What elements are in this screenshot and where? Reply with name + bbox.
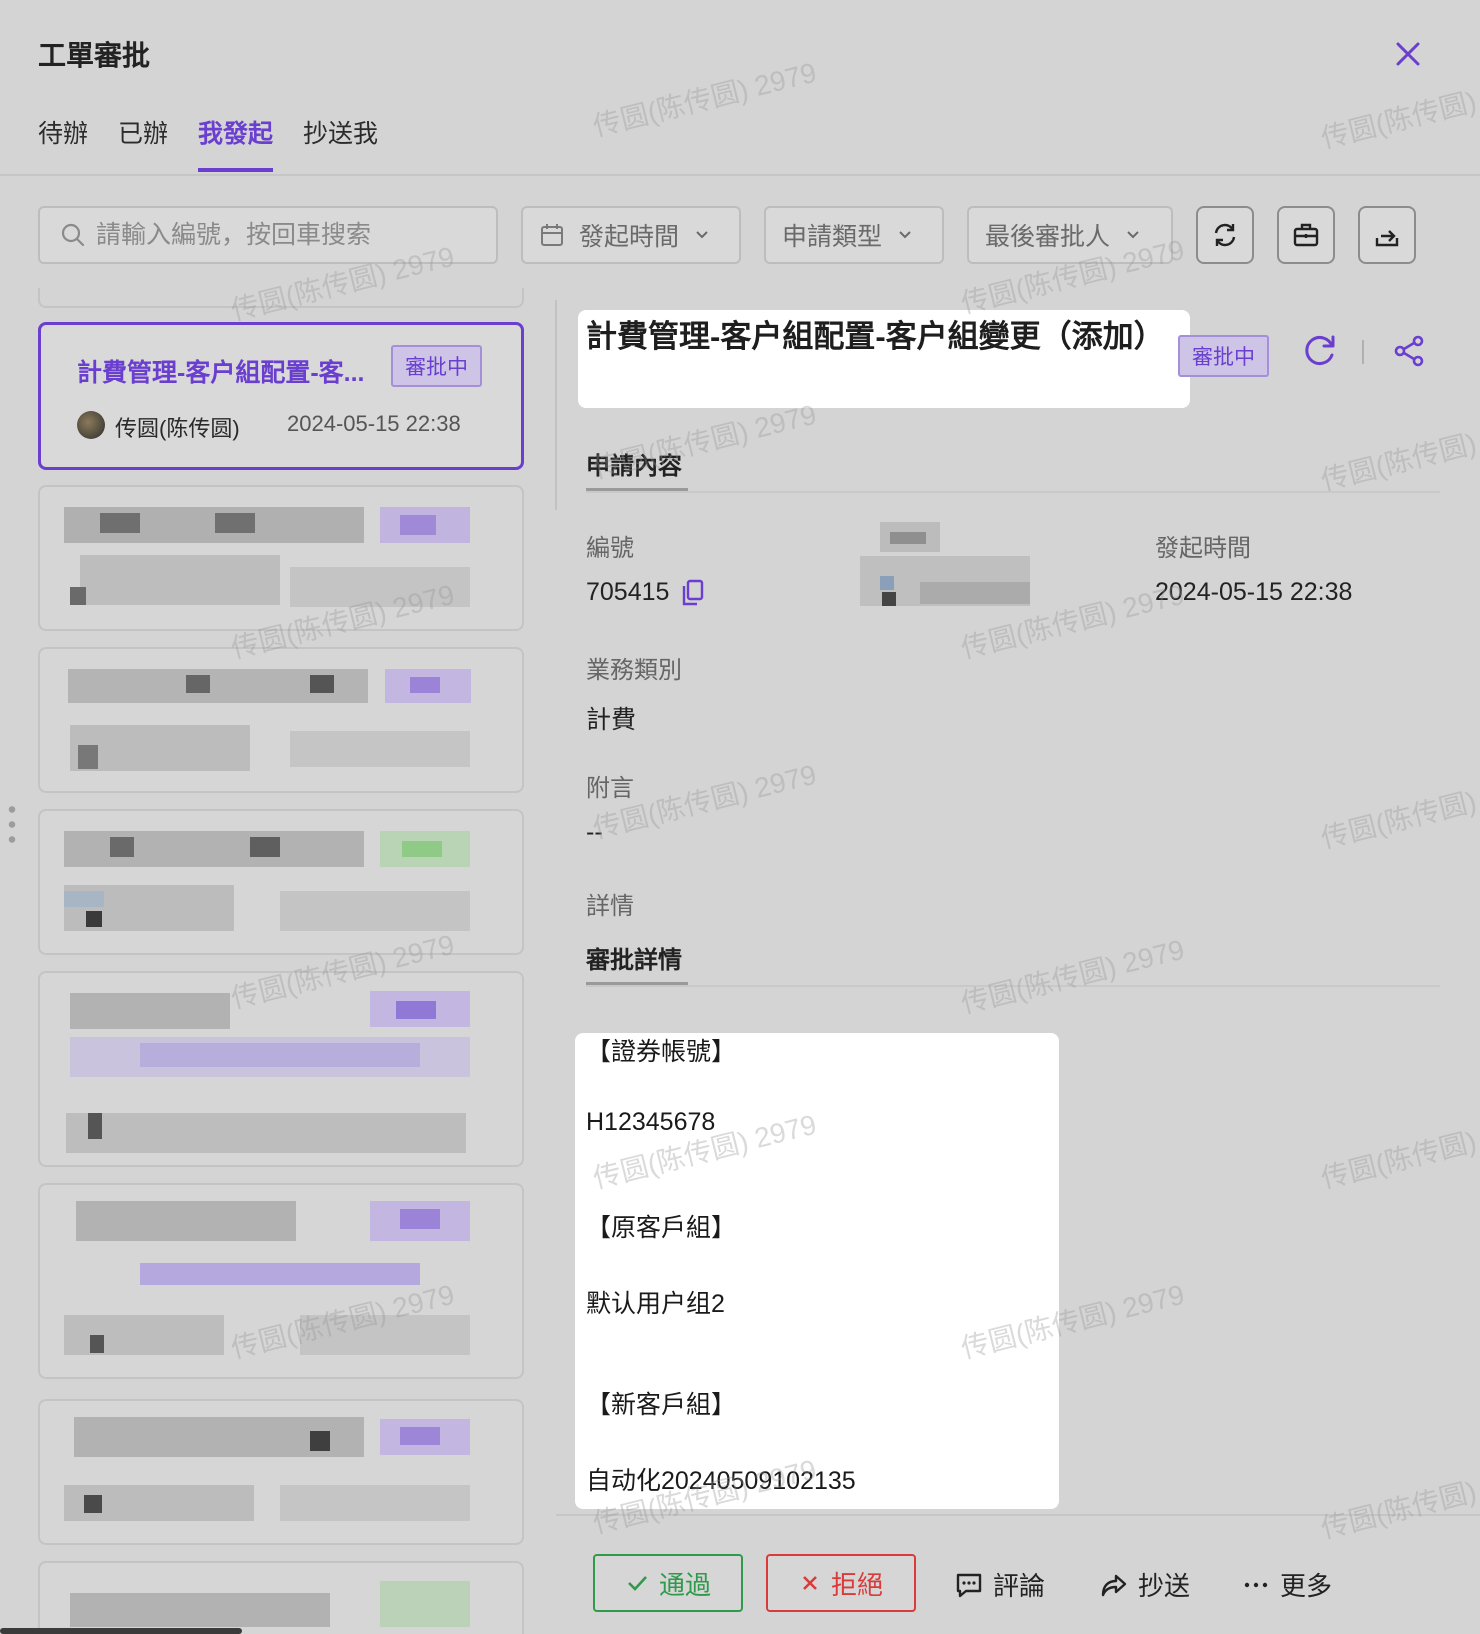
calendar-icon [541,224,563,246]
comment-button[interactable]: 評論 [955,1566,1045,1603]
close-icon [803,1576,817,1590]
new-group-value: 自动化20240509102135 [586,1467,856,1495]
more-label: 更多 [1280,1571,1333,1601]
list-item-selected[interactable]: 計費管理-客户組配置-客... 審批中 传圆(陈传圆) 2024-05-15 2… [38,322,524,470]
check-icon [628,1576,647,1591]
cc-button[interactable]: 抄送 [1100,1566,1190,1603]
account-label: 【證券帳號】 [586,1038,737,1066]
chevron-down-icon [696,231,708,239]
watermark: 传圆(陈传圆) 2979 [958,933,1188,1020]
detail-label: 詳情 [586,893,634,920]
list-item-user: 传圆(陈传圆) [115,416,240,441]
refresh-icon[interactable] [1302,332,1338,368]
detail-title: 計費管理-客户組配置-客户組變更（添加） [586,319,1165,354]
approve-button[interactable]: 通過 [593,1554,743,1612]
section-approval-heading: 審批詳情 [586,947,682,974]
watermark: 传圆(陈传圆) 2979 [1318,1109,1480,1195]
approve-label: 通過 [658,1569,711,1600]
start-time-label: 發起時間 [1155,535,1251,562]
watermark: 传圆(陈传圆) 2979 [1318,69,1480,155]
horizontal-scrollbar[interactable] [0,1628,242,1634]
tab-initiated[interactable]: 我發起 [198,114,274,172]
apply-type-filter-label: 申請類型 [782,223,883,251]
blurred-field [860,520,1030,612]
chevron-down-icon [899,231,911,239]
panel-divider [555,300,557,510]
cc-label: 抄送 [1138,1571,1191,1601]
forward-icon [1101,1574,1127,1596]
more-button[interactable]: 更多 [1242,1566,1332,1603]
remark-value: -- [586,818,603,846]
search-box [38,206,498,264]
briefcase-icon [1293,223,1319,247]
apply-type-filter[interactable]: 申請類型 [764,206,944,264]
number-value: 705415 [586,578,670,606]
footer-divider [556,1514,1480,1516]
watermark: 传圆(陈传圆) 2979 [1318,769,1480,855]
list-item-blurred[interactable] [38,1183,524,1379]
last-approver-filter[interactable]: 最後審批人 [967,206,1173,264]
list-item-time: 2024-05-15 22:38 [287,411,461,436]
list-item[interactable] [38,288,524,308]
watermark: 传圆(陈传圆) 2979 [1318,1459,1480,1545]
last-approver-filter-label: 最後審批人 [985,223,1111,251]
biz-type-label: 業務類別 [586,657,682,684]
more-dots-icon [1244,1582,1268,1587]
watermark: 传圆(陈传圆) 2979 [590,56,820,143]
account-value: H12345678 [586,1108,716,1136]
old-group-value: 默认用户组2 [586,1290,725,1318]
detail-status-badge: 審批中 [1178,335,1269,377]
tab-done[interactable]: 已辦 [118,114,168,172]
share-icon[interactable] [1392,334,1426,368]
list-item-blurred[interactable] [38,1399,524,1545]
list-item-blurred[interactable] [38,971,524,1167]
close-icon[interactable] [1390,36,1426,72]
old-group-label: 【原客戶組】 [586,1214,737,1242]
number-field: 705415 [586,578,705,607]
list-item-blurred[interactable] [38,485,524,631]
export-button[interactable] [1358,206,1416,264]
watermark: 传圆(陈传圆) 2979 [1318,411,1480,497]
section-divider [586,491,1440,493]
search-icon [61,223,85,247]
toolbox-button[interactable] [1277,206,1335,264]
export-icon [1375,230,1399,247]
copy-icon[interactable] [681,579,705,607]
avatar [77,411,105,439]
chevron-down-icon [1127,231,1139,239]
list-item-blurred[interactable] [38,1561,524,1634]
start-time-filter[interactable]: 發起時間 [521,206,741,264]
remark-label: 附言 [586,775,634,802]
search-input[interactable] [96,220,476,250]
list-item-blurred[interactable] [38,647,524,793]
sync-icon [1214,223,1236,247]
list-item-title: 計費管理-客户組配置-客... [77,359,365,387]
status-badge: 審批中 [391,345,482,387]
section-divider [586,985,1440,987]
refresh-list-button[interactable] [1196,206,1254,264]
comment-icon [956,1573,982,1597]
dialog-title: 工單審批 [38,40,151,71]
start-time-value: 2024-05-15 22:38 [1155,578,1353,606]
reject-label: 拒絕 [830,1569,883,1600]
tab-todo[interactable]: 待辦 [38,114,88,172]
section-content-heading: 申請內容 [586,453,682,480]
number-label: 編號 [586,535,634,562]
comment-label: 評論 [993,1571,1046,1601]
list-item-blurred[interactable] [38,809,524,955]
tab-cc-me[interactable]: 抄送我 [303,114,378,172]
drag-handle[interactable] [8,802,16,848]
start-time-filter-label: 發起時間 [579,223,680,251]
tabs-divider [0,174,1480,176]
header-separator [1362,340,1364,364]
tab-bar: 待辦 已辦 我發起 抄送我 [38,114,378,172]
new-group-label: 【新客戶組】 [586,1391,737,1419]
detail-body [575,1033,1059,1509]
reject-button[interactable]: 拒絕 [766,1554,916,1612]
biz-type-value: 計費 [586,706,637,734]
